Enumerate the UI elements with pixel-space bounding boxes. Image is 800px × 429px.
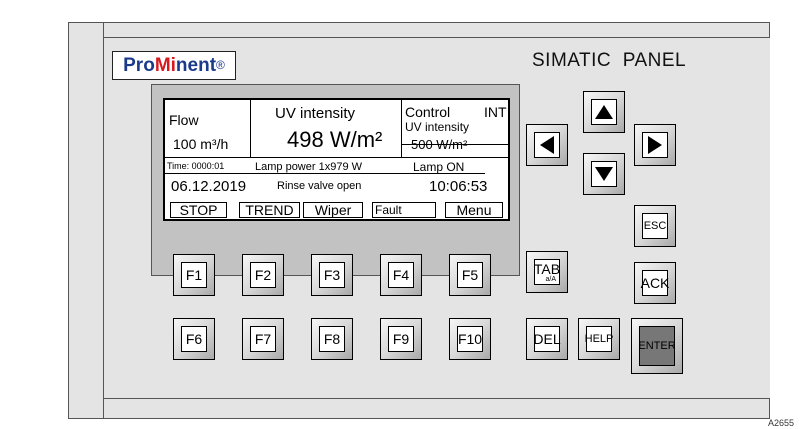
arrow-right-icon	[648, 136, 662, 154]
housing-edge	[103, 398, 770, 399]
f1-key[interactable]: F1	[173, 254, 215, 296]
uv-intensity-label: UV intensity	[275, 105, 356, 122]
arrow-left-icon	[540, 136, 554, 154]
housing-edge	[103, 22, 104, 419]
softkey-fault[interactable]: Fault	[372, 202, 436, 218]
enter-key[interactable]: ENTER	[631, 318, 683, 374]
help-key[interactable]: HELP	[578, 318, 620, 360]
control-sub-label: UV intensity	[405, 120, 470, 134]
arrow-up-key[interactable]	[583, 91, 625, 133]
date-readout: 06.12.2019	[171, 178, 247, 195]
esc-key[interactable]: ESC	[634, 205, 676, 247]
flow-label: Flow	[169, 112, 199, 128]
control-label: Control	[405, 104, 451, 120]
f2-key[interactable]: F2	[242, 254, 284, 296]
f6-key[interactable]: F6	[173, 318, 215, 360]
softkey-menu[interactable]: Menu	[445, 202, 503, 218]
housing-edge	[103, 37, 770, 38]
f9-key[interactable]: F9	[380, 318, 422, 360]
tab-key[interactable]: TAB a/A	[526, 251, 568, 293]
status-message: Rinse valve open	[277, 180, 362, 192]
ack-key[interactable]: ACK	[634, 262, 676, 304]
time-counter: Time: 0000:01	[167, 161, 225, 171]
arrow-down-key[interactable]	[583, 153, 625, 195]
lamp-status: Lamp ON	[413, 160, 465, 174]
lcd-display: Flow 100 m³/h UV intensity 498 W/m² Cont…	[163, 98, 510, 221]
uv-intensity-value: 498 W/m²	[287, 127, 383, 152]
arrow-down-icon	[595, 167, 613, 181]
softkey-wiper[interactable]: Wiper	[303, 202, 363, 218]
arrow-left-key[interactable]	[526, 124, 568, 166]
control-setpoint: 500 W/m²	[411, 137, 468, 152]
del-key[interactable]: DEL	[526, 318, 568, 360]
flow-value: 100 m³/h	[173, 136, 229, 152]
f7-key[interactable]: F7	[242, 318, 284, 360]
prominent-logo: ProMinent®	[112, 51, 236, 80]
f10-key[interactable]: F10	[449, 318, 491, 360]
arrow-right-key[interactable]	[634, 124, 676, 166]
panel-title: SIMATIC PANEL	[532, 50, 687, 71]
arrow-up-icon	[595, 105, 613, 119]
time-readout: 10:06:53	[429, 178, 488, 195]
figure-id: A2655	[768, 418, 795, 428]
divider	[250, 100, 251, 157]
lamp-power: Lamp power 1x979 W	[255, 161, 362, 173]
f3-key[interactable]: F3	[311, 254, 353, 296]
f8-key[interactable]: F8	[311, 318, 353, 360]
f4-key[interactable]: F4	[380, 254, 422, 296]
control-mode: INT	[484, 104, 507, 120]
divider	[165, 157, 508, 158]
f5-key[interactable]: F5	[449, 254, 491, 296]
softkey-stop[interactable]: STOP	[170, 202, 227, 218]
divider	[401, 100, 402, 157]
softkey-trend[interactable]: TREND	[239, 202, 300, 218]
